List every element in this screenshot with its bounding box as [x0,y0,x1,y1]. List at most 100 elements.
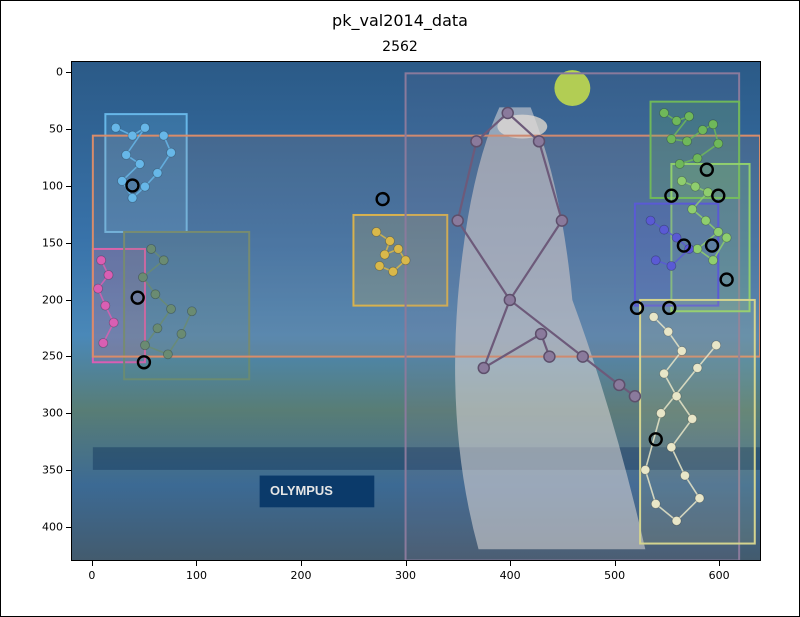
cluster-keypoint [159,256,168,265]
keypoint [536,328,547,339]
cluster-keypoint [701,216,710,225]
ytick-label: 50 [31,123,63,136]
cluster-keypoint [138,273,147,282]
cluster-keypoint [688,414,697,423]
cluster-keypoint [118,176,127,185]
cluster-keypoint [714,227,723,236]
keypoint [614,379,625,390]
ytick [66,186,71,187]
axes: OLYMPUS 0100200300400500600 050100150200… [71,61,761,561]
cluster-keypoint [683,137,692,146]
cluster-keypoint [712,341,721,350]
cluster-keypoint [677,176,686,185]
ytick-label: 0 [31,66,63,79]
cluster-keypoint [111,123,120,132]
cluster-keypoint [159,131,168,140]
cluster-keypoint [97,256,106,265]
cluster-keypoint [109,318,118,327]
keypoint [471,136,482,147]
ytick-label: 150 [31,236,63,249]
plot-svg: OLYMPUS [72,62,760,561]
cluster-keypoint [385,237,394,246]
keypoint [534,136,545,147]
cluster-keypoint [646,216,655,225]
cluster-keypoint [394,244,403,253]
ytick [66,356,71,357]
xtick [615,561,616,566]
cluster-keypoint [167,148,176,157]
cluster-keypoint [667,443,676,452]
cluster-keypoint [147,244,156,253]
xtick-label: 500 [604,569,625,582]
cluster-keypoint [153,324,162,333]
cluster-keypoint [372,227,381,236]
sponsor-text: OLYMPUS [270,483,333,498]
figure: pk_val2014_data 2562 OLYMPUS 01002003004… [0,0,800,617]
ytick-label: 100 [31,180,63,193]
cluster-keypoint [660,225,669,234]
cluster-keypoint [187,307,196,316]
xtick [301,561,302,566]
keypoint [504,294,515,305]
cluster-keypoint [401,256,410,265]
cluster-keypoint [101,301,110,310]
xtick-label: 600 [709,569,730,582]
xtick [719,561,720,566]
cluster-keypoint [167,305,176,314]
cluster-keypoint [672,392,681,401]
cluster-keypoint [651,256,660,265]
ytick [66,300,71,301]
cluster-keypoint [128,131,137,140]
cluster-keypoint [375,261,384,270]
cluster-keypoint [140,341,149,350]
cluster-keypoint [641,465,650,474]
cluster-keypoint [104,271,113,280]
cluster-keypoint [693,363,702,372]
ytick [66,243,71,244]
cluster-keypoint [677,346,686,355]
ytick-label: 200 [31,293,63,306]
xtick-label: 200 [291,569,312,582]
ytick [66,129,71,130]
cluster-keypoint [698,125,707,134]
xtick-label: 100 [186,569,207,582]
ytick [66,413,71,414]
xtick-label: 400 [500,569,521,582]
cluster-keypoint [660,109,669,118]
ytick [66,527,71,528]
cluster-keypoint [122,150,131,159]
cluster-keypoint [703,188,712,197]
cluster-keypoint [140,182,149,191]
xtick-label: 0 [88,569,95,582]
cluster-keypoint [691,182,700,191]
ytick-label: 300 [31,407,63,420]
cluster-keypoint [722,233,731,242]
ytick [66,72,71,73]
xtick-label: 300 [395,569,416,582]
cluster-keypoint [675,159,684,168]
cluster-keypoint [140,123,149,132]
cluster-keypoint [695,494,704,503]
cluster-keypoint [649,312,658,321]
keypoint [577,351,588,362]
cluster-keypoint [664,327,673,336]
cluster-keypoint [177,329,186,338]
keypoint [556,215,567,226]
cluster-keypoint [651,499,660,508]
cluster-keypoint [163,350,172,359]
cluster-keypoint [660,369,669,378]
cluster-keypoint [693,154,702,163]
cluster-keypoint [672,516,681,525]
cluster-keypoint [709,120,718,129]
cluster-keypoint [656,409,665,418]
cluster-keypoint [693,244,702,253]
keypoint [452,215,463,226]
cluster-keypoint [667,261,676,270]
xtick [92,561,93,566]
cluster-keypoint [380,250,389,259]
ytick-label: 350 [31,464,63,477]
cluster-keypoint [153,169,162,178]
ytick-label: 400 [31,520,63,533]
cluster-keypoint [94,284,103,293]
axes-title: 2562 [1,39,799,55]
